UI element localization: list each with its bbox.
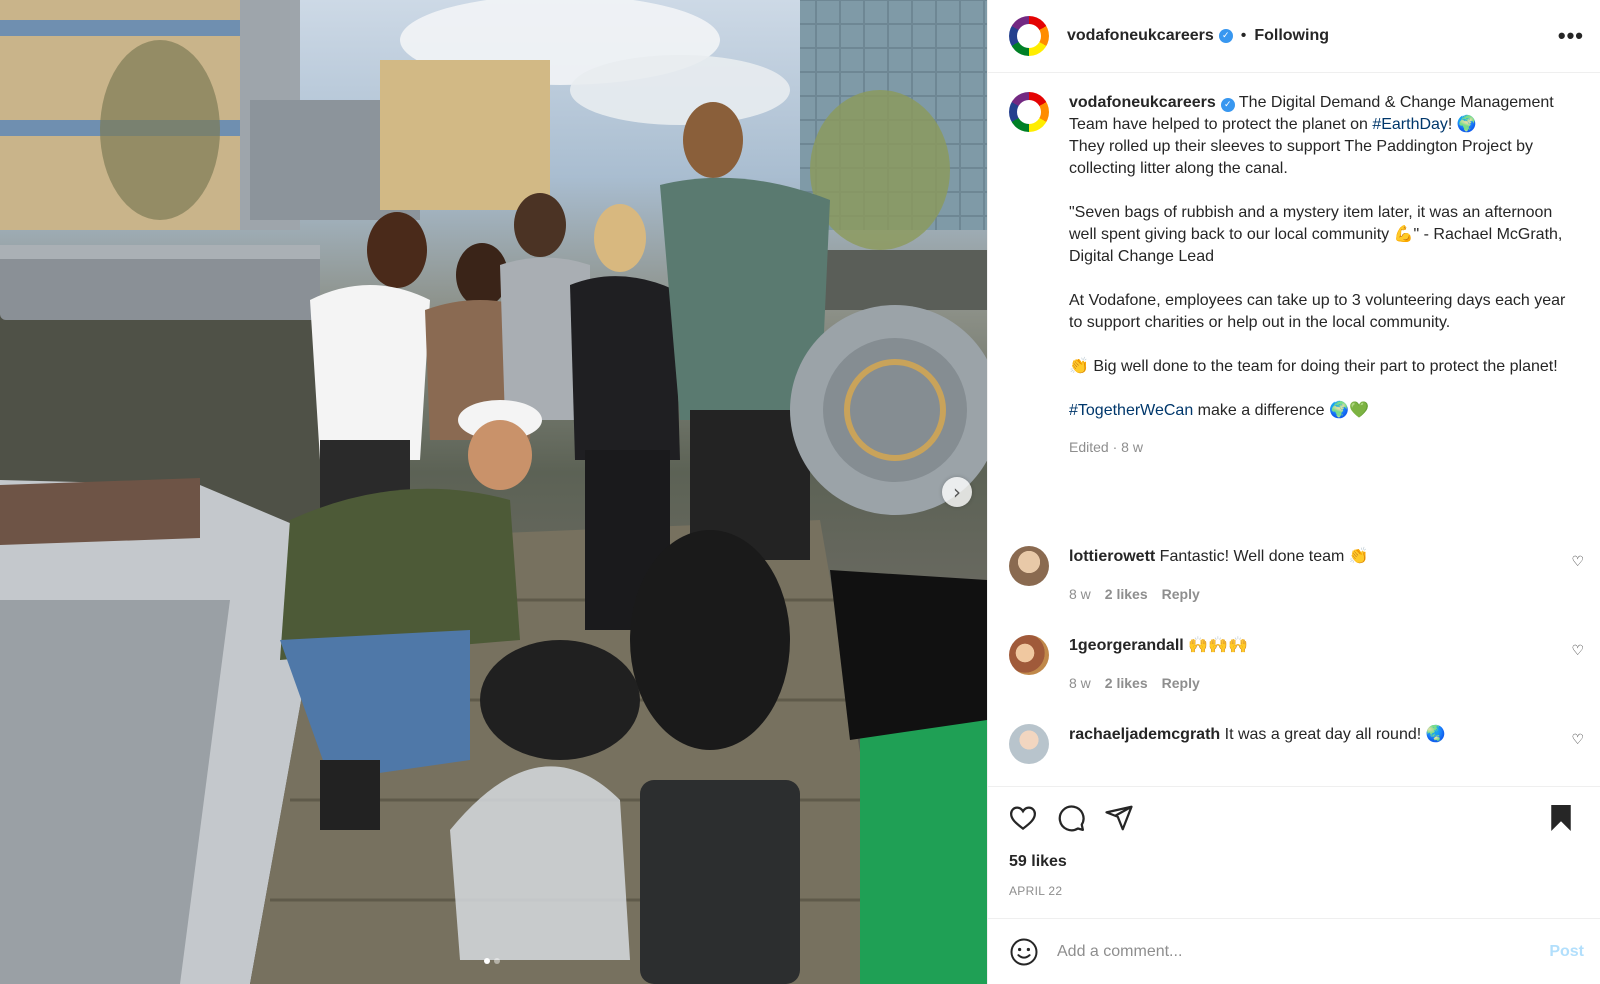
comment-item: rachaeljademcgrath It was a great day al… (1009, 724, 1584, 764)
comment-username[interactable]: 1georgerandall (1069, 637, 1184, 654)
comment-text: 1georgerandall 🙌🙌🙌 (1069, 635, 1584, 657)
comment-likes[interactable]: 2 likes (1105, 586, 1148, 602)
comment-body: lottierowett Fantastic! Well done team 👏… (1069, 546, 1584, 602)
post-header: vodafoneukcareers ✓ • Following ••• (988, 0, 1600, 73)
comment-message: 🙌🙌🙌 (1188, 637, 1248, 654)
carousel-dot-active (484, 958, 490, 964)
caption-avatar[interactable] (1009, 92, 1049, 132)
emoji-icon[interactable] (1009, 937, 1039, 967)
commenter-avatar[interactable] (1009, 724, 1049, 764)
chevron-right-icon: › (953, 480, 961, 504)
comment-item: lottierowett Fantastic! Well done team 👏… (1009, 546, 1584, 602)
post-photo: › (0, 0, 987, 984)
post-actions: 59 likes APRIL 22 (988, 786, 1600, 906)
bookmark-icon[interactable] (1548, 803, 1574, 833)
comment-body: rachaeljademcgrath It was a great day al… (1069, 724, 1584, 764)
comment-meta: 8 w 2 likes Reply (1069, 586, 1584, 602)
commenter-avatar[interactable] (1009, 546, 1049, 586)
photo-illustration (0, 0, 987, 984)
reply-button[interactable]: Reply (1162, 586, 1200, 602)
caption-paragraph-1: They rolled up their sleeves to support … (1069, 138, 1538, 177)
comment-item: 1georgerandall 🙌🙌🙌 8 w 2 likes Reply ♡ (1009, 635, 1584, 691)
comment-age: 8 w (1069, 586, 1091, 602)
caption-edited-meta: Edited · 8 w (1069, 439, 1143, 455)
comment-text: rachaeljademcgrath It was a great day al… (1069, 724, 1584, 746)
commenter-avatar[interactable] (1009, 635, 1049, 675)
post-caption: vodafoneukcareers ✓ The Digital Demand & … (1009, 92, 1584, 458)
caption-paragraph-3: At Vodafone, employees can take up to 3 … (1069, 292, 1570, 331)
action-icons (1008, 803, 1134, 833)
post-side-panel: vodafoneukcareers ✓ • Following ••• voda… (987, 0, 1600, 984)
comment-username[interactable]: rachaeljademcgrath (1069, 726, 1220, 743)
reply-button[interactable]: Reply (1162, 675, 1200, 691)
like-comment-heart-icon[interactable]: ♡ (1571, 554, 1584, 570)
comment-age: 8 w (1069, 675, 1091, 691)
comment-message: It was a great day all round! 🌏 (1224, 726, 1446, 743)
post-comment-button[interactable]: Post (1549, 943, 1584, 961)
comment-body: 1georgerandall 🙌🙌🙌 8 w 2 likes Reply (1069, 635, 1584, 691)
likes-count[interactable]: 59 likes (1009, 853, 1067, 871)
carousel-next-button[interactable]: › (942, 477, 972, 507)
heart-icon[interactable] (1008, 803, 1038, 833)
comment-message: Fantastic! Well done team 👏 (1159, 548, 1369, 565)
caption-after-hashtag: ! 🌍 (1447, 116, 1477, 133)
comments-scroll-area[interactable]: vodafoneukcareers ✓ The Digital Demand & … (988, 74, 1600, 786)
verified-badge-icon: ✓ (1218, 29, 1233, 43)
caption-paragraph-4: 👏 Big well done to the team for doing th… (1069, 358, 1558, 375)
carousel-indicator (484, 958, 500, 964)
more-options-icon[interactable]: ••• (1558, 23, 1584, 49)
comment-icon[interactable] (1056, 803, 1086, 833)
post-date: APRIL 22 (1009, 884, 1063, 898)
comment-meta: 8 w 2 likes Reply (1069, 675, 1584, 691)
comment-composer: Post (988, 918, 1600, 984)
caption-paragraph-2: "Seven bags of rubbish and a mystery ite… (1069, 204, 1567, 265)
following-button[interactable]: Following (1254, 27, 1329, 45)
comment-text: lottierowett Fantastic! Well done team 👏 (1069, 546, 1584, 568)
caption-first-paragraph: vodafoneukcareers ✓ The Digital Demand & … (1069, 92, 1569, 422)
like-comment-heart-icon[interactable]: ♡ (1571, 643, 1584, 659)
comment-input[interactable] (1057, 942, 1550, 961)
caption-username[interactable]: vodafoneukcareers (1069, 94, 1216, 111)
header-username[interactable]: vodafoneukcareers (1067, 27, 1214, 45)
comment-username[interactable]: lottierowett (1069, 548, 1155, 565)
separator-dot: • (1240, 27, 1247, 44)
hashtag-togetherwecan[interactable]: #TogetherWeCan (1069, 402, 1193, 419)
comment-likes[interactable]: 2 likes (1105, 675, 1148, 691)
carousel-dot (494, 958, 500, 964)
account-avatar[interactable] (1009, 16, 1049, 56)
share-icon[interactable] (1104, 803, 1134, 833)
like-comment-heart-icon[interactable]: ♡ (1571, 732, 1584, 748)
verified-badge-icon: ✓ (1220, 98, 1235, 112)
caption-body: vodafoneukcareers ✓ The Digital Demand & … (1069, 92, 1569, 458)
hashtag-earthday[interactable]: #EarthDay (1372, 116, 1448, 133)
caption-ending: make a difference 🌍💚 (1193, 402, 1369, 419)
